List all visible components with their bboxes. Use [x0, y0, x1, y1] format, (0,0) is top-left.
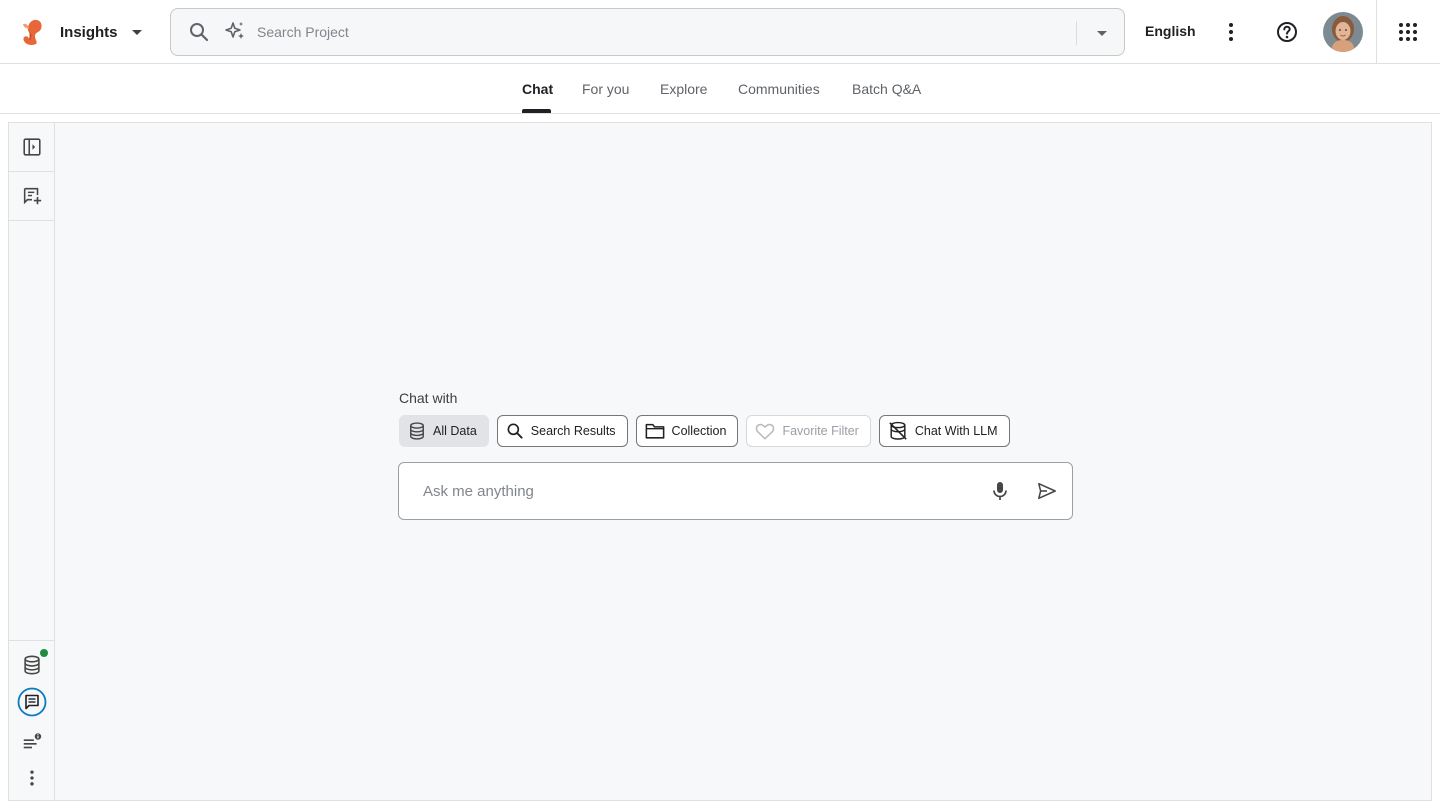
- tab-chat[interactable]: Chat: [522, 81, 553, 97]
- status-indicator: [40, 649, 48, 657]
- tab-explore[interactable]: Explore: [660, 81, 707, 97]
- more-options-button[interactable]: [1213, 14, 1249, 50]
- help-icon: [1277, 22, 1297, 42]
- notes-info-icon: [23, 733, 42, 749]
- new-chat-button[interactable]: [9, 172, 55, 220]
- tab-communities[interactable]: Communities: [738, 81, 820, 97]
- app-name: Insights: [60, 23, 118, 41]
- top-bar: Insights English: [0, 0, 1440, 64]
- search-options-dropdown[interactable]: [1087, 21, 1117, 45]
- chip-all-data[interactable]: All Data: [399, 415, 489, 447]
- voice-input-button[interactable]: [987, 478, 1013, 504]
- chip-collection[interactable]: Collection: [635, 415, 739, 447]
- search-divider: [1076, 21, 1077, 45]
- app-switcher[interactable]: Insights: [20, 16, 142, 48]
- sidebar-more-button[interactable]: [9, 763, 55, 793]
- heart-icon: [756, 423, 775, 440]
- sparkle-icon[interactable]: [223, 20, 247, 44]
- main-tabs: Chat For you Explore Communities Batch Q…: [0, 65, 1440, 114]
- apps-divider: [1376, 0, 1377, 64]
- chip-label: Collection: [671, 424, 727, 438]
- avatar[interactable]: [1323, 12, 1363, 52]
- chat-input[interactable]: [423, 479, 983, 503]
- chat-mode-button[interactable]: [9, 685, 55, 719]
- chip-label: Chat With LLM: [914, 424, 998, 438]
- chip-label: Favorite Filter: [782, 424, 859, 438]
- chip-favorite-filter: Favorite Filter: [746, 415, 871, 447]
- project-search-box: [170, 8, 1125, 56]
- chat-source-chips: All Data Search Results Collection Favor…: [399, 415, 1010, 447]
- search-input[interactable]: [257, 19, 1067, 45]
- chip-label: All Data: [433, 424, 477, 438]
- tab-for-you[interactable]: For you: [582, 81, 629, 97]
- chat-input-box: [398, 462, 1073, 520]
- chip-search-results[interactable]: Search Results: [496, 415, 628, 447]
- folder-icon: [645, 423, 664, 439]
- more-vert-icon: [1229, 23, 1233, 41]
- apps-grid-icon: [1399, 23, 1417, 41]
- database-icon: [24, 655, 40, 675]
- llm-icon: [889, 421, 907, 440]
- chevron-down-icon: [131, 29, 142, 35]
- expand-panel-icon: [23, 138, 41, 156]
- language-selector[interactable]: English: [1145, 23, 1196, 39]
- notes-info-button[interactable]: [9, 727, 55, 757]
- sidebar-rail: [9, 123, 55, 800]
- database-icon: [410, 422, 424, 440]
- more-vert-icon: [30, 770, 34, 786]
- send-button[interactable]: [1034, 478, 1060, 504]
- new-chat-icon: [23, 187, 42, 205]
- search-icon: [507, 423, 523, 439]
- help-button[interactable]: [1269, 14, 1305, 50]
- active-tab-indicator: [522, 109, 551, 113]
- user-photo: [1323, 12, 1363, 52]
- dropdown-caret-icon: [1097, 30, 1107, 36]
- chip-label: Search Results: [530, 424, 616, 438]
- tab-batch-qa[interactable]: Batch Q&A: [852, 81, 921, 97]
- apps-button[interactable]: [1390, 14, 1426, 50]
- rail-divider: [9, 220, 55, 221]
- send-icon: [1038, 482, 1056, 500]
- chat-icon: [17, 687, 47, 717]
- chat-with-label: Chat with: [399, 390, 458, 406]
- data-source-button[interactable]: [9, 649, 55, 681]
- microphone-icon: [993, 482, 1007, 500]
- squirrel-logo-icon: [23, 19, 42, 45]
- expand-sidebar-button[interactable]: [9, 123, 55, 171]
- chip-chat-with-llm[interactable]: Chat With LLM: [878, 415, 1010, 447]
- search-icon[interactable]: [187, 20, 211, 44]
- rail-divider: [9, 640, 55, 641]
- chat-panel: Chat with All Data Search Results Collec…: [8, 122, 1432, 801]
